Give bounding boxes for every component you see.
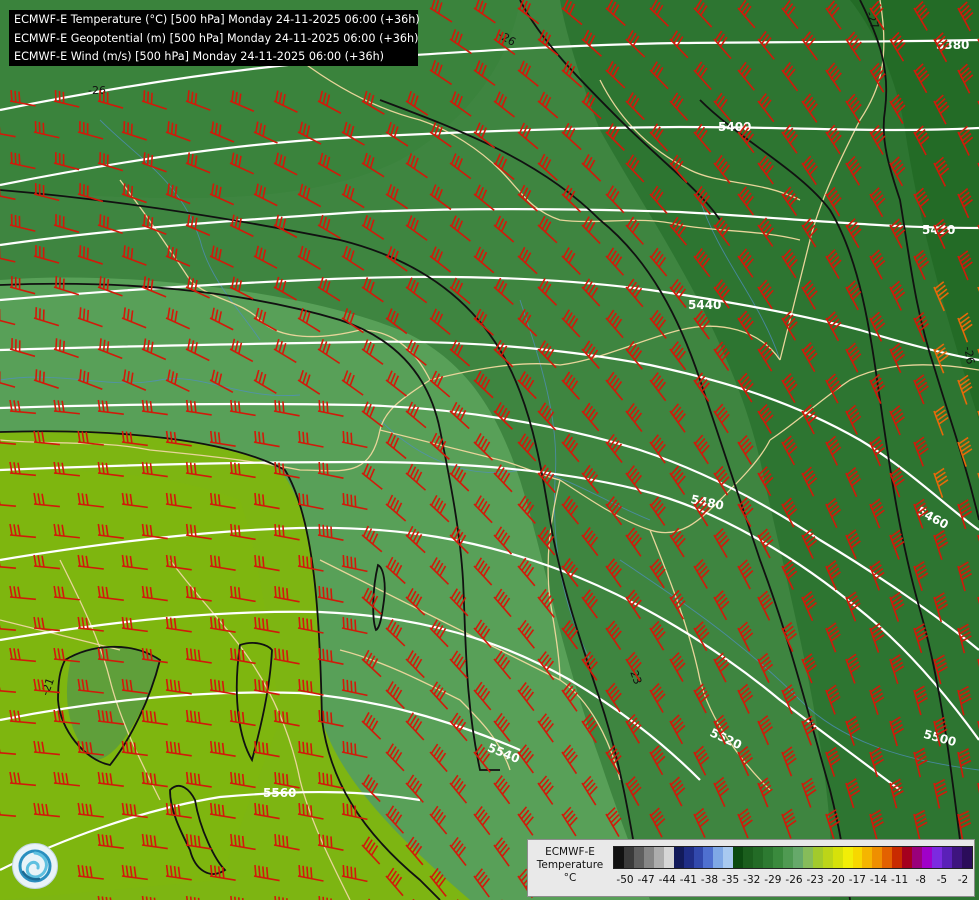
legend-color-cell [693, 847, 704, 868]
legend-tick-label: -35 [722, 874, 740, 886]
legend-tick-label: -23 [806, 874, 824, 886]
legend-color-cell [673, 847, 684, 868]
legend-tick-label: -14 [869, 874, 888, 886]
legend-color-cell [922, 847, 932, 868]
temperature-legend: ECMWF-E Temperature °C -50 -47 -44 -41 -38 -3… [527, 839, 975, 897]
legend-tick-label: -5 [936, 874, 948, 886]
contour-label: 5440 [688, 298, 721, 312]
legend-color-cell [872, 847, 883, 868]
legend-color-cell [753, 847, 764, 868]
legend-color-cell [961, 847, 972, 868]
legend-color-cell [852, 847, 863, 868]
legend-color-cell [614, 847, 624, 868]
legend-color-cell [703, 847, 714, 868]
legend-tick-label: -8 [915, 874, 926, 886]
legend-tick-label: -38 [700, 874, 719, 886]
legend-color-cell [912, 847, 923, 868]
wind-header: ECMWF-E Wind (m/s) [500 hPa] Monday 24-1… [14, 50, 385, 64]
legend-tick-label: -2 [957, 874, 969, 886]
legend-color-cell [653, 847, 664, 868]
legend-tick-label: -44 [658, 874, 676, 886]
legend-color-bar [613, 846, 973, 869]
legend-color-cell [862, 847, 873, 868]
legend-color-cell [763, 847, 773, 868]
temperature-header: ECMWF-E Temperature (°C) [500 hPa] Monda… [14, 13, 420, 26]
legend-color-cell [941, 847, 952, 868]
legend-color-cell [832, 847, 843, 868]
legend-title-line: ECMWF-E [545, 846, 595, 858]
weather-map: 5380 5400 5420 5440 5460 5480 5500 5520 … [0, 0, 979, 900]
legend-color-cell [951, 847, 962, 868]
legend-tick-label: -17 [848, 874, 866, 886]
legend-color-cell [773, 847, 783, 868]
legend-tick-label: -29 [764, 874, 782, 886]
legend-color-cell [932, 847, 942, 868]
legend-color-cell [663, 847, 674, 868]
legend-ticks: -50 -47 -44 -41 -38 -35 -32 -29 -26 -23 -20 -17 -14-… [613, 874, 971, 890]
map-view: 5380 5400 5420 5440 5460 5480 5500 5520 … [0, 0, 979, 900]
legend-color-cell [633, 847, 644, 868]
legend-color-cell [723, 847, 734, 868]
legend-color-cell [822, 847, 833, 868]
contour-label: 5400 [718, 120, 751, 134]
legend-color-cell [643, 847, 654, 868]
legend-color-cell [792, 847, 803, 868]
map-header: ECMWF-E Temperature (°C) [500 hPa] Monda… [9, 10, 420, 66]
legend-color-cell [842, 847, 853, 868]
legend-color-cell [802, 847, 813, 868]
legend-tick-label: -50 [616, 874, 634, 886]
legend-color-cell [782, 847, 793, 868]
legend-color-cell [882, 847, 893, 868]
legend-tick-label: -20 [827, 874, 845, 886]
contour-label: 5560 [263, 786, 296, 800]
legend-tick-label: -11 [891, 874, 909, 886]
legend-color-cell [812, 847, 823, 868]
geopotential-header: ECMWF-E Geopotential (m) [500 hPa] Monda… [14, 31, 419, 45]
legend-tick-label: -41 [679, 874, 697, 886]
legend-color-cell [733, 847, 744, 868]
legend-color-cell [623, 847, 634, 868]
legend-color-cell [713, 847, 724, 868]
legend-color-cell [902, 847, 913, 868]
legend-color-cell [683, 847, 694, 868]
legend-tick-label: -47 [637, 874, 655, 886]
legend-title-line: Temperature [536, 859, 604, 871]
legend-color-cell [743, 847, 754, 868]
swirl-logo-icon [12, 843, 58, 889]
legend-tick-label: -32 [743, 874, 761, 886]
legend-title-line: °C [563, 872, 577, 884]
legend-title: ECMWF-E Temperature °C [532, 846, 608, 885]
legend-tick-label: -26 [785, 874, 803, 886]
legend-color-cell [892, 847, 903, 868]
